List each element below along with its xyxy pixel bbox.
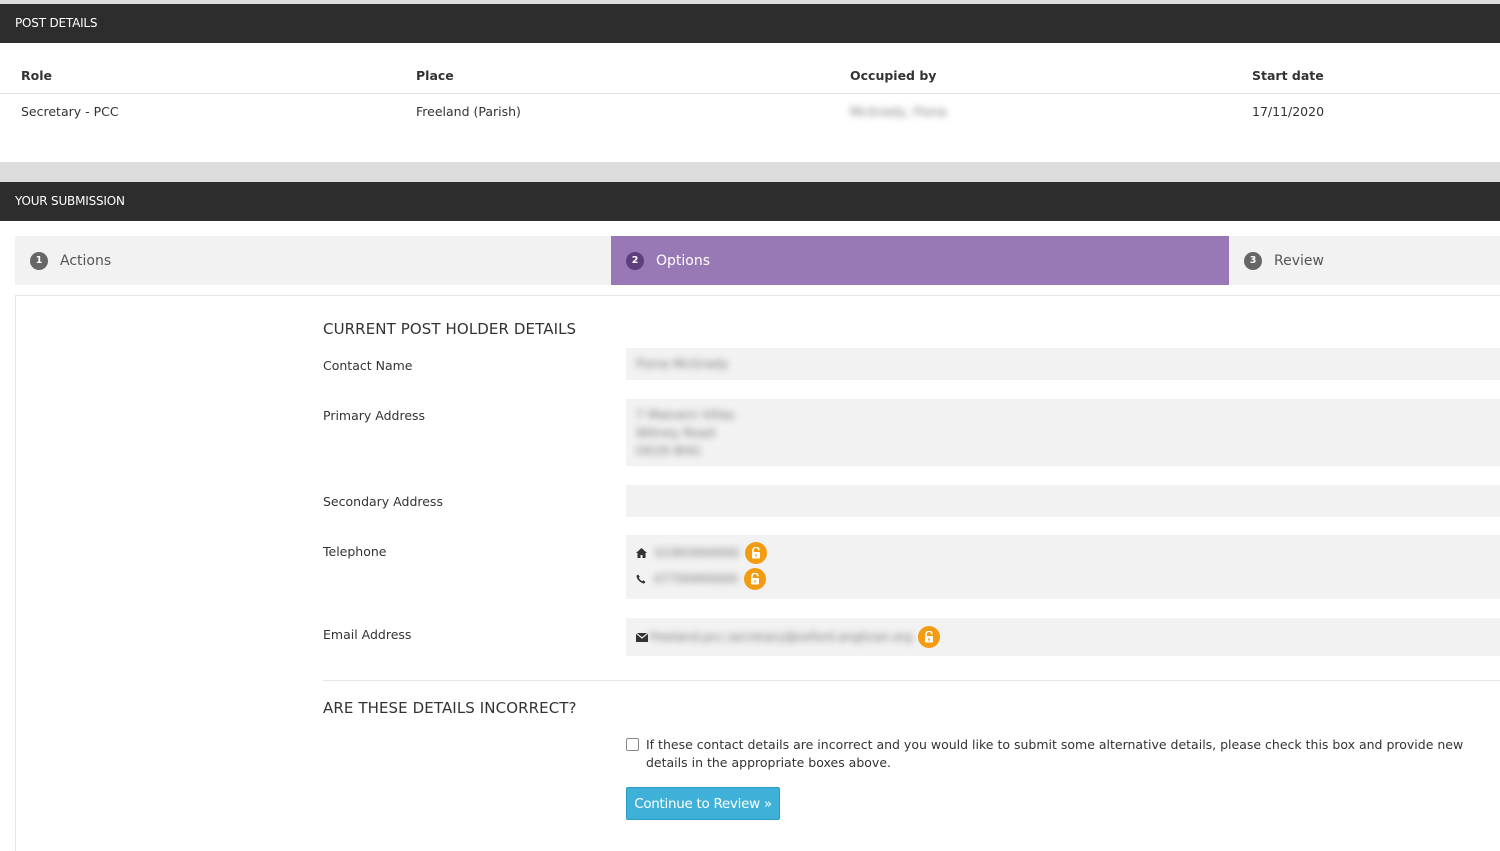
post-details-header: POST DETAILS <box>0 4 1500 43</box>
step-number-2: 2 <box>626 251 644 270</box>
wizard-steps: 1 Actions 2 Options 3 Review <box>15 236 1500 285</box>
step-number-3: 3 <box>1244 251 1262 270</box>
cell-start-date: 17/11/2020 <box>1252 103 1325 119</box>
envelope-icon <box>636 632 648 642</box>
home-icon <box>636 548 647 558</box>
step-review[interactable]: 3 Review <box>1229 236 1500 285</box>
cell-place: Freeland (Parish) <box>416 103 521 119</box>
post-details-table: Role Place Occupied by Start date Secret… <box>0 43 1500 129</box>
primary-address-line-3: OX29 8HG <box>636 443 701 458</box>
column-start-date: Start date <box>1252 43 1500 94</box>
cell-occupied-by: McGrady, Fiona <box>850 103 947 119</box>
unlock-icon[interactable] <box>918 626 941 648</box>
phone-mobile-row: 07700900000 <box>636 568 766 590</box>
column-place: Place <box>416 43 850 94</box>
primary-address-line-1: 7 Malvern Villas <box>636 407 735 422</box>
email-field: freeland.pcc.secretary@oxford.anglican.o… <box>626 618 1500 656</box>
contact-name-field: Fiona McGrady <box>626 348 1500 380</box>
continue-to-review-button[interactable]: Continue to Review » <box>626 787 780 820</box>
secondary-address-field <box>626 485 1500 517</box>
email-label: Email Address <box>323 627 412 642</box>
phone-icon <box>636 574 646 584</box>
column-occupied-by: Occupied by <box>850 43 1252 94</box>
step-options[interactable]: 2 Options <box>611 236 1229 285</box>
step-actions[interactable]: 1 Actions <box>15 236 611 285</box>
contact-name-value: Fiona McGrady <box>636 356 729 371</box>
step-label-review: Review <box>1274 252 1324 269</box>
table-row: Secretary - PCC Freeland (Parish) McGrad… <box>0 93 1500 129</box>
telephone-label: Telephone <box>323 544 387 559</box>
step-label-actions: Actions <box>60 252 112 269</box>
submission-panel: 1 Actions 2 Options 3 Review CURRENT POS… <box>0 221 1500 851</box>
primary-address-line-2: Witney Road <box>636 425 715 440</box>
primary-address-field: 7 Malvern Villas Witney Road OX29 8HG <box>626 399 1500 466</box>
incorrect-details-checkbox[interactable] <box>626 738 639 751</box>
cell-role: Secretary - PCC <box>21 103 119 119</box>
primary-address-label: Primary Address <box>323 408 426 423</box>
panel-gap <box>0 162 1500 182</box>
phone-home-value: 01993000000 <box>655 546 739 560</box>
incorrect-section-title: ARE THESE DETAILS INCORRECT? <box>323 699 577 717</box>
contact-name-label: Contact Name <box>323 358 413 373</box>
holder-section-title: CURRENT POST HOLDER DETAILS <box>323 320 577 338</box>
telephone-field: 01993000000 07700900000 <box>626 535 1500 599</box>
section-divider <box>323 680 1500 681</box>
phone-home-row: 01993000000 <box>636 542 767 564</box>
phone-mobile-value: 07700900000 <box>654 572 738 586</box>
options-content: CURRENT POST HOLDER DETAILS Contact Name… <box>15 295 1500 851</box>
email-value: freeland.pcc.secretary@oxford.anglican.o… <box>650 630 913 644</box>
secondary-address-label: Secondary Address <box>323 494 443 509</box>
incorrect-details-text: If these contact details are incorrect a… <box>646 737 1464 770</box>
unlock-icon[interactable] <box>743 568 766 590</box>
column-role: Role <box>0 43 416 94</box>
post-details-panel: Role Place Occupied by Start date Secret… <box>0 43 1500 162</box>
table-header-row: Role Place Occupied by Start date <box>0 43 1500 94</box>
unlock-icon[interactable] <box>744 542 767 564</box>
submission-header: YOUR SUBMISSION <box>0 182 1500 221</box>
step-number-1: 1 <box>30 251 48 270</box>
step-label-options: Options <box>656 252 711 269</box>
email-row: freeland.pcc.secretary@oxford.anglican.o… <box>636 626 941 648</box>
